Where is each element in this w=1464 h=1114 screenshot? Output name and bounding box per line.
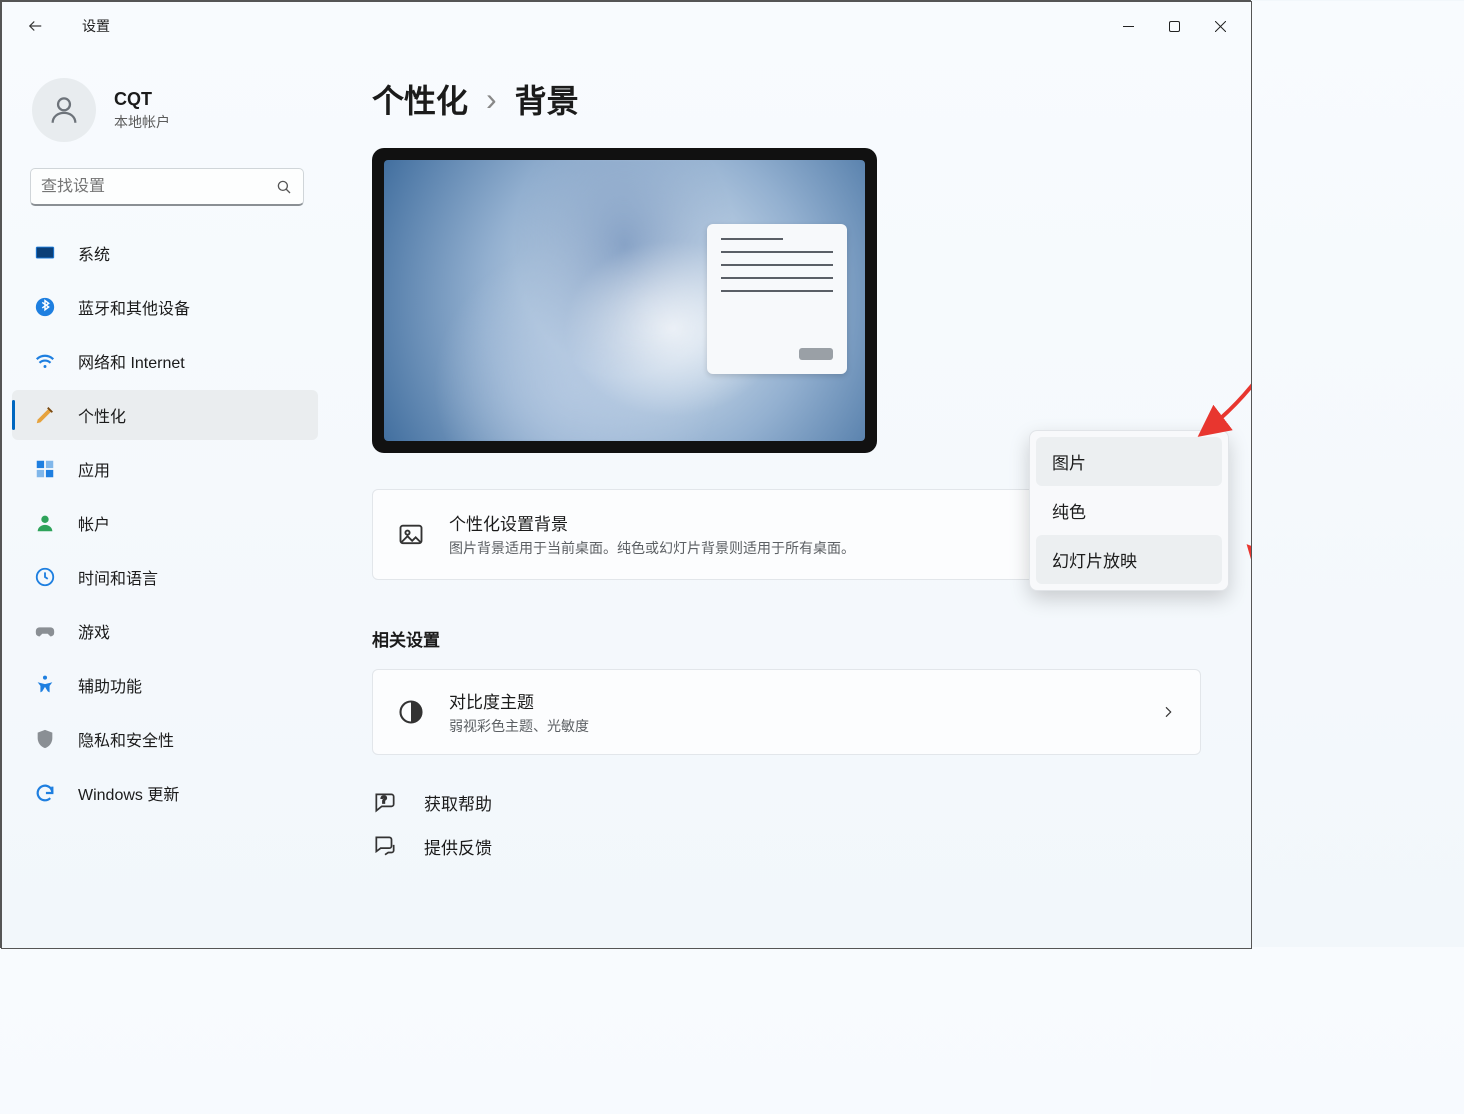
nav-label: 时间和语言	[78, 565, 158, 589]
titlebar: 设置	[2, 2, 1251, 50]
dropdown-option-slideshow[interactable]: 幻灯片放映	[1036, 535, 1222, 584]
paintbrush-icon	[34, 404, 56, 426]
svg-text:?: ?	[381, 795, 387, 806]
update-icon	[34, 782, 56, 804]
chevron-right-icon: ›	[486, 81, 497, 118]
desktop-preview	[372, 148, 877, 453]
give-feedback-link[interactable]: 提供反馈	[372, 833, 1201, 859]
nav-personalization[interactable]: 个性化	[12, 390, 318, 440]
contrast-icon	[397, 698, 425, 726]
annotation-arrow-2	[1186, 340, 1251, 440]
wifi-icon	[34, 350, 56, 372]
nav-label: 个性化	[78, 403, 126, 427]
nav-privacy[interactable]: 隐私和安全性	[12, 714, 318, 764]
user-name: CQT	[114, 89, 170, 110]
close-button[interactable]	[1197, 10, 1243, 42]
account-type: 本地帐户	[114, 112, 170, 132]
minimize-button[interactable]	[1105, 10, 1151, 42]
help-label: 获取帮助	[424, 790, 492, 815]
dropdown-option-picture[interactable]: 图片	[1036, 437, 1222, 486]
clock-icon	[34, 566, 56, 588]
breadcrumb-parent[interactable]: 个性化	[372, 76, 468, 122]
picture-icon	[397, 521, 425, 549]
dropdown-option-solid[interactable]: 纯色	[1036, 486, 1222, 535]
nav-gaming[interactable]: 游戏	[12, 606, 318, 656]
avatar	[32, 78, 96, 142]
annotation-arrow-1	[1227, 542, 1251, 622]
window-title: 设置	[82, 16, 110, 36]
nav-bluetooth[interactable]: 蓝牙和其他设备	[12, 282, 318, 332]
feedback-icon	[372, 833, 398, 859]
contrast-title: 对比度主题	[449, 688, 589, 713]
get-help-link[interactable]: ? 获取帮助	[372, 789, 1201, 815]
profile-block[interactable]: CQT 本地帐户	[2, 60, 332, 164]
background-type-dropdown: 图片 纯色 幻灯片放映	[1029, 430, 1229, 591]
nav-label: Windows 更新	[78, 781, 179, 805]
nav-update[interactable]: Windows 更新	[12, 768, 318, 818]
nav-list: 系统 蓝牙和其他设备 网络和 Internet 个性化	[2, 224, 332, 948]
nav-label: 网络和 Internet	[78, 349, 185, 373]
help-icon: ?	[372, 789, 398, 815]
monitor-icon	[34, 242, 56, 264]
nav-label: 系统	[78, 241, 110, 265]
back-button[interactable]	[14, 6, 54, 46]
preview-window	[707, 224, 847, 374]
nav-label: 隐私和安全性	[78, 727, 174, 751]
search-icon	[275, 178, 293, 196]
search-box[interactable]	[30, 168, 304, 206]
nav-accounts[interactable]: 帐户	[12, 498, 318, 548]
maximize-button[interactable]	[1151, 10, 1197, 42]
accessibility-icon	[34, 674, 56, 696]
nav-label: 蓝牙和其他设备	[78, 295, 190, 319]
related-settings-header: 相关设置	[372, 626, 1201, 651]
gamepad-icon	[34, 620, 56, 642]
search-input[interactable]	[41, 178, 275, 196]
apps-icon	[34, 458, 56, 480]
main-content: 个性化 › 背景 个性化设置背景	[332, 50, 1251, 948]
nav-label: 辅助功能	[78, 673, 142, 697]
user-icon	[34, 512, 56, 534]
nav-time[interactable]: 时间和语言	[12, 552, 318, 602]
bg-card-title: 个性化设置背景	[449, 510, 855, 535]
contrast-theme-row[interactable]: 对比度主题 弱视彩色主题、光敏度	[372, 669, 1201, 755]
shield-icon	[34, 728, 56, 750]
nav-label: 游戏	[78, 619, 110, 643]
bg-card-desc: 图片背景适用于当前桌面。纯色或幻灯片背景则适用于所有桌面。	[449, 538, 855, 559]
breadcrumb: 个性化 › 背景	[372, 76, 1201, 122]
person-icon	[47, 93, 81, 127]
nav-network[interactable]: 网络和 Internet	[12, 336, 318, 386]
nav-system[interactable]: 系统	[12, 228, 318, 278]
sidebar: CQT 本地帐户 系统 蓝牙和其	[2, 50, 332, 948]
nav-accessibility[interactable]: 辅助功能	[12, 660, 318, 710]
contrast-desc: 弱视彩色主题、光敏度	[449, 716, 589, 736]
bluetooth-icon	[34, 296, 56, 318]
chevron-right-icon	[1160, 704, 1176, 720]
nav-label: 帐户	[78, 511, 110, 535]
nav-label: 应用	[78, 457, 110, 481]
feedback-label: 提供反馈	[424, 834, 492, 859]
window-controls	[1105, 10, 1243, 42]
nav-apps[interactable]: 应用	[12, 444, 318, 494]
breadcrumb-current: 背景	[515, 76, 579, 122]
